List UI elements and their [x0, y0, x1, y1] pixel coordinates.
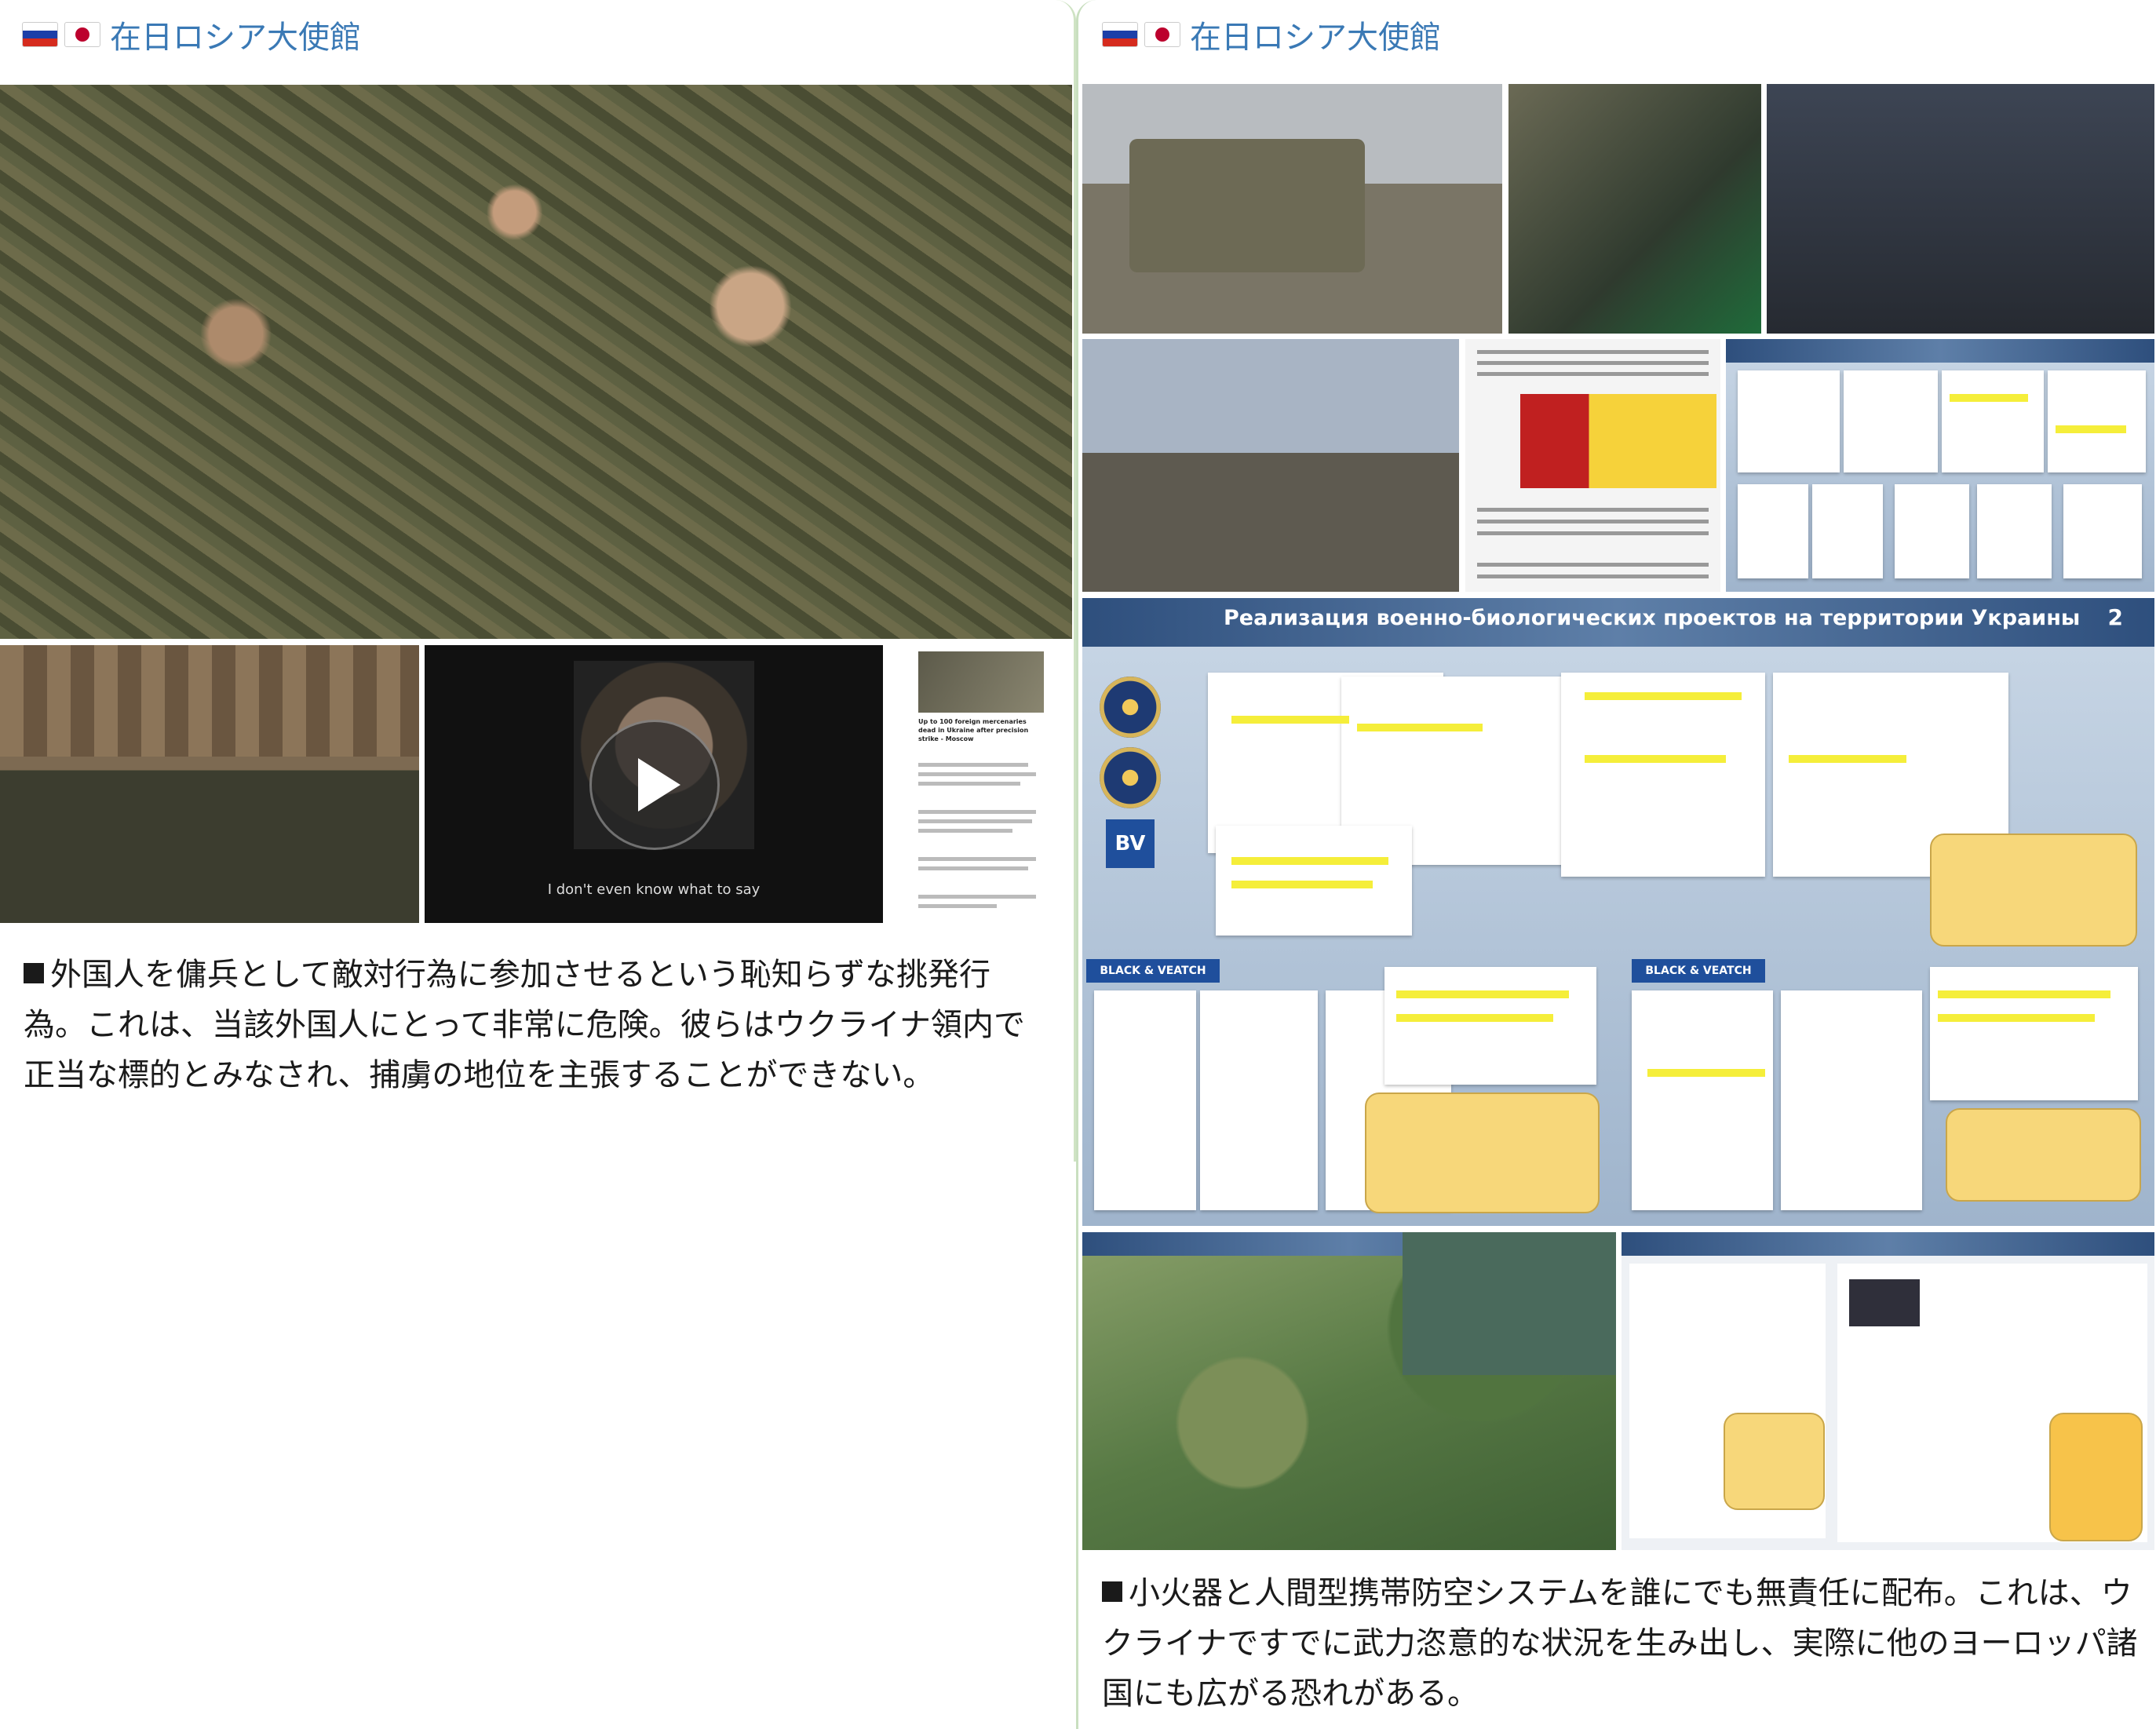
document-paper: [1384, 967, 1596, 1085]
callout-note: [1365, 1092, 1600, 1213]
message-body: 外国人を傭兵として敵対行為に参加させるという恥知らずな挑発行為。これは、当該外国…: [24, 957, 1025, 1093]
channel-name-link[interactable]: 在日ロシア大使館: [1190, 12, 1441, 57]
highlight-mark: [1585, 692, 1742, 700]
document-paper: [1942, 370, 2044, 472]
video-thumbnail[interactable]: I don't even know what to say: [425, 645, 883, 923]
document-paper: [1632, 990, 1773, 1210]
article-text-line: [918, 866, 1028, 870]
article-text-line: [918, 810, 1036, 814]
message-text: 小火器と人間型携帯防空システムを誰にでも無責任に配布。これは、ウクライナですでに…: [1102, 1568, 2138, 1719]
highlight-mark: [1938, 1014, 2095, 1022]
callout-note: [1946, 1108, 2141, 1202]
highlight-mark: [1357, 724, 1483, 731]
highlight-mark: [1231, 881, 1373, 888]
article-thumbnail: [918, 651, 1044, 713]
black-veatch-logo: BLACK & VEATCH: [1086, 959, 1220, 983]
slide-bio-projects[interactable]: Реализация военно-биологических проектов…: [1082, 598, 2154, 1226]
document-paper: [1812, 484, 1883, 578]
video-caption: I don't even know what to say: [547, 881, 761, 898]
japan-flag-icon: [1144, 22, 1180, 47]
photo-military-gear[interactable]: [1508, 84, 1761, 334]
japan-flag-icon: [64, 22, 100, 47]
article-text-line: [918, 904, 997, 908]
document-paper: [1930, 967, 2138, 1100]
highlight-mark: [1585, 755, 1726, 763]
slide-map[interactable]: [1082, 1232, 1616, 1550]
highlight-mark: [1789, 755, 1906, 763]
document-paper: [1561, 673, 1765, 877]
highlight-mark: [1647, 1069, 1765, 1077]
slide-header-bar: [1622, 1232, 2154, 1256]
document-paper: [1977, 484, 2052, 578]
document-paper: [1094, 990, 1196, 1210]
channel-header[interactable]: 在日ロシア大使館: [22, 11, 361, 58]
doc-text-line: [1477, 575, 1709, 578]
article-text-line: [918, 895, 1036, 899]
document-page[interactable]: [1465, 339, 1720, 592]
highlight-mark: [2056, 425, 2126, 433]
document-paper: [2063, 484, 2142, 578]
document-paper: [1895, 484, 1969, 578]
highlight-mark: [1231, 857, 1388, 865]
article-text-line: [918, 829, 1012, 833]
article-headline: Up to 100 foreign mercenaries dead in Uk…: [918, 718, 1029, 742]
russia-flag-icon: [22, 22, 58, 47]
photo-armored-vehicle[interactable]: [1082, 84, 1502, 334]
channel-header[interactable]: 在日ロシア大使館: [1102, 11, 1441, 58]
message-right: 在日ロシア大使館 Реализация военно-биологических…: [1076, 0, 2156, 1729]
document-paper: [1738, 484, 1808, 578]
slide-number: 2: [2107, 604, 2123, 630]
doc-text-line: [1477, 361, 1709, 365]
doc-photo: [1520, 394, 1716, 488]
highlight-mark: [1231, 716, 1349, 724]
black-veatch-logo: BLACK & VEATCH: [1632, 959, 1765, 983]
bv-logo-icon: BV: [1106, 819, 1155, 868]
doc-text-line: [1477, 508, 1709, 512]
highlight-mark: [1950, 394, 2028, 402]
slide-thumbnail-documents[interactable]: [1726, 339, 2154, 592]
slide-news-documents[interactable]: [1622, 1232, 2154, 1550]
photo-soldier-ruins[interactable]: [1082, 339, 1459, 592]
play-button-icon[interactable]: [589, 720, 720, 850]
photo-masked-fighters[interactable]: [0, 645, 419, 923]
callout-note: [1724, 1413, 1825, 1510]
message-left: 在日ロシア大使館 I don't even know what to say U…: [0, 0, 1076, 1162]
us-dod-seal-icon: [1100, 677, 1161, 738]
message-body: 小火器と人間型携帯防空システムを誰にでも無責任に配布。これは、ウクライナですでに…: [1102, 1575, 2138, 1712]
doc-text-line: [1477, 563, 1709, 567]
doc-text-line: [1477, 520, 1709, 523]
article-text-line: [918, 857, 1036, 861]
slide-title: Реализация военно-биологических проектов…: [1224, 606, 2081, 630]
document-paper: [1738, 370, 1840, 472]
article-text-line: [918, 819, 1032, 823]
map-sea: [1403, 1232, 1616, 1376]
document-paper: [1781, 990, 1922, 1210]
bullet-square-icon: [1102, 1581, 1122, 1602]
photo-soldier-seated[interactable]: [1767, 84, 2154, 334]
highlight-mark: [1396, 990, 1569, 998]
doc-text-line: [1477, 350, 1709, 354]
document-paper: [2048, 370, 2146, 472]
doc-text-line: [1477, 372, 1709, 376]
callout-note: [2049, 1413, 2143, 1541]
slide-header-bar: [1726, 339, 2154, 363]
highlight-mark: [1396, 1014, 1553, 1022]
channel-name-link[interactable]: 在日ロシア大使館: [110, 12, 361, 57]
photo-soldiers-on-vehicle[interactable]: [0, 85, 1072, 639]
bullet-square-icon: [24, 963, 44, 983]
document-paper: [1844, 370, 1938, 472]
article-text-line: [918, 782, 1020, 786]
callout-note: [1930, 833, 2137, 947]
us-dtra-seal-icon: [1100, 747, 1161, 808]
document-paper: [1200, 990, 1318, 1210]
message-text: 外国人を傭兵として敵対行為に参加させるという恥知らずな挑発行為。これは、当該外国…: [24, 950, 1036, 1100]
highlight-mark: [1938, 990, 2110, 998]
doc-text-line: [1477, 531, 1709, 535]
article-screenshot[interactable]: Up to 100 foreign mercenaries dead in Uk…: [910, 645, 1052, 923]
news-photo: [1849, 1279, 1920, 1326]
article-text-line: [918, 772, 1036, 776]
russia-flag-icon: [1102, 22, 1138, 47]
article-text-line: [918, 763, 1028, 767]
